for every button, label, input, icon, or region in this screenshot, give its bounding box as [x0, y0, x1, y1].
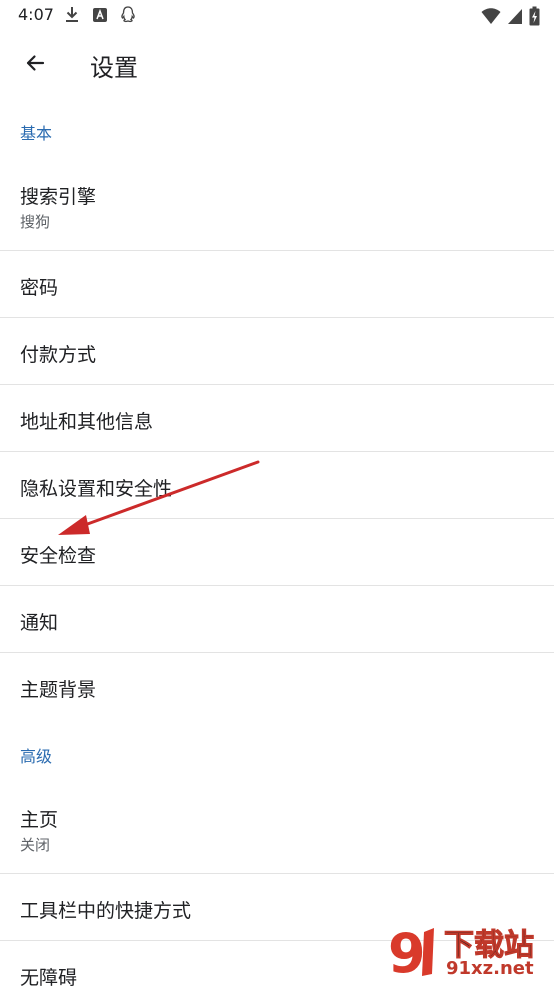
status-right-icons	[481, 6, 540, 30]
section-header-basic: 基本	[20, 124, 53, 143]
section-header-advanced: 高级	[20, 747, 53, 766]
setting-title: 安全检查	[20, 545, 97, 567]
status-bar: 4:07	[0, 0, 554, 32]
setting-item-homepage[interactable]: 主页 关闭	[0, 789, 554, 874]
setting-item-addresses[interactable]: 地址和其他信息	[0, 385, 554, 452]
setting-title: 密码	[20, 277, 59, 299]
font-a-icon	[92, 7, 108, 27]
setting-item-payment-methods[interactable]: 付款方式	[0, 318, 554, 385]
setting-title: 隐私设置和安全性	[20, 478, 173, 500]
arrow-back-icon	[23, 51, 47, 79]
setting-title: 付款方式	[20, 344, 97, 366]
qq-penguin-icon	[120, 6, 136, 28]
watermark-logo: 9	[384, 922, 444, 986]
setting-item-passwords[interactable]: 密码	[0, 251, 554, 318]
setting-title: 地址和其他信息	[20, 411, 154, 433]
setting-title: 主题背景	[20, 679, 97, 701]
setting-summary: 搜狗	[20, 213, 51, 231]
battery-charging-icon	[529, 6, 540, 30]
setting-item-safety-check[interactable]: 安全检查	[0, 519, 554, 586]
setting-summary: 关闭	[20, 836, 51, 854]
svg-text:9: 9	[388, 922, 426, 982]
setting-title: 主页	[20, 809, 59, 831]
setting-title: 工具栏中的快捷方式	[20, 900, 192, 922]
setting-item-search-engine[interactable]: 搜索引擎 搜狗	[0, 166, 554, 251]
status-time: 4:07	[18, 5, 54, 24]
setting-title: 搜索引擎	[20, 186, 97, 208]
status-left-icons	[64, 6, 136, 28]
setting-item-privacy-security[interactable]: 隐私设置和安全性	[0, 452, 554, 519]
signal-icon	[507, 7, 523, 29]
page-title: 设置	[90, 54, 138, 82]
watermark-text-bottom: 91xz.net	[446, 958, 534, 979]
setting-title: 通知	[20, 612, 59, 634]
download-icon	[64, 6, 80, 28]
wifi-icon	[481, 7, 501, 29]
setting-item-themes[interactable]: 主题背景	[0, 653, 554, 720]
watermark: 9 下载站 91xz.net	[380, 920, 550, 985]
back-button[interactable]	[14, 44, 56, 86]
setting-item-notifications[interactable]: 通知	[0, 586, 554, 653]
app-bar: 设置	[0, 32, 554, 98]
